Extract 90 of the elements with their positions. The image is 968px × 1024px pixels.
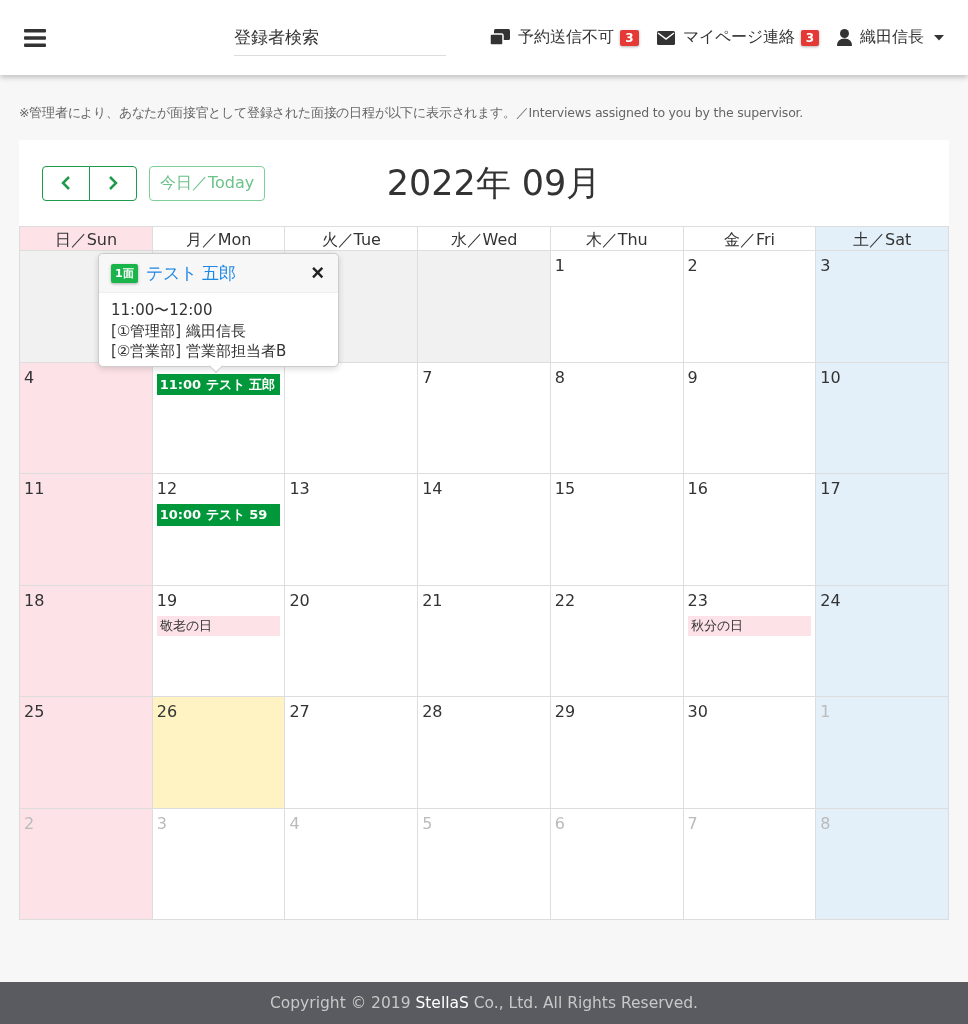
day-cell[interactable]: 30 (683, 697, 817, 809)
day-number: 13 (289, 479, 310, 498)
day-number: 7 (422, 367, 433, 387)
day-cell[interactable]: 7 (418, 362, 551, 474)
weekday-header: 火／Tue (285, 226, 419, 251)
day-number: 16 (687, 479, 708, 498)
day-number: 18 (24, 590, 45, 610)
day-cell[interactable]: 26 (152, 697, 286, 809)
day-number: 6 (554, 813, 566, 833)
day-cell[interactable]: 11 (20, 474, 153, 586)
notice-text: ※管理者により、あなたが面接官として登録された面接の日程が以下に表示されます。／Interviews assigned to you by the supervisor. (19, 105, 805, 122)
day-cell[interactable]: 21 (418, 585, 551, 697)
popover-text: [①管理部] 織田信長 (111, 320, 247, 342)
holiday-label: 敬老の日 (156, 615, 281, 637)
day-number: 12 (156, 479, 178, 498)
day-number: 1 (554, 256, 566, 275)
day-number: 20 (289, 590, 310, 610)
day-number: 1 (820, 702, 831, 721)
day-number: 11 (24, 479, 45, 498)
day-number: 19 (156, 590, 178, 610)
interview-event[interactable]: 11:00 テスト 五郎 (156, 373, 281, 396)
day-cell[interactable]: 16 (683, 474, 817, 586)
day-cell[interactable]: 12 10:00 テスト 59 (152, 474, 286, 586)
weekday-header: 土／Sat (816, 226, 949, 251)
weekday-header: 月／Mon (152, 226, 286, 251)
day-cell[interactable]: 3 (816, 251, 949, 363)
day-number: 28 (422, 702, 443, 721)
day-cell[interactable]: 10 (816, 362, 949, 474)
day-cell[interactable]: 19 敬老の日 (152, 585, 286, 697)
day-cell[interactable]: 27 (285, 697, 419, 809)
day-number: 23 (687, 590, 708, 610)
day-cell[interactable]: 1 (550, 251, 684, 363)
popover-text: 11:00〜12:00 (111, 300, 214, 321)
search-field[interactable]: 登録者検索 (234, 19, 446, 56)
day-cell[interactable]: 14 (418, 474, 551, 586)
count-badge: 3 (800, 29, 819, 46)
day-number: 14 (422, 479, 443, 498)
count-badge: 3 (620, 29, 639, 46)
day-cell[interactable]: 28 (418, 697, 551, 809)
day-cell[interactable]: 18 (20, 585, 153, 697)
holiday-label: 秋分の日 (687, 615, 812, 637)
day-cell[interactable]: 13 (285, 474, 419, 586)
day-cell[interactable]: 15 (550, 474, 684, 586)
user-menu[interactable]: 織田信長 (837, 27, 924, 48)
day-number: 15 (554, 479, 576, 498)
day-number: 4 (289, 813, 300, 833)
day-number: 4 (24, 367, 35, 387)
day-number: 3 (156, 813, 167, 833)
day-cell[interactable]: 2 (683, 251, 817, 363)
candidate-link[interactable]: テスト 五郎 (145, 261, 237, 285)
month-title: 2022年 09月 (385, 161, 602, 205)
day-number: 7 (687, 813, 698, 833)
day-number: 3 (820, 256, 831, 275)
day-cell[interactable]: 25 (20, 697, 153, 809)
weekday-header: 日／Sun (20, 226, 153, 251)
day-number: 8 (820, 813, 831, 833)
day-number: 8 (554, 367, 566, 387)
day-number: 10 (820, 367, 841, 387)
weekday-header: 木／Thu (550, 226, 684, 251)
day-cell[interactable]: 4 (20, 362, 153, 474)
day-number: 2 (687, 256, 698, 275)
day-cell[interactable]: 8 (550, 362, 684, 474)
weekday-header: 金／Fri (683, 226, 817, 251)
interview-event[interactable]: 10:00 テスト 59 (156, 504, 281, 526)
day-number: 21 (422, 590, 443, 610)
nav-link[interactable]: 予約送信不可 (490, 27, 615, 48)
day-number: 17 (820, 479, 841, 498)
round-badge: 1面 (111, 263, 138, 283)
close-button[interactable]: × (309, 262, 326, 284)
day-number: 5 (422, 813, 433, 833)
day-number: 2 (24, 813, 35, 833)
popover-text: [②営業部] 営業部担当者B (111, 341, 288, 363)
day-number: 22 (554, 590, 576, 610)
day-number: 26 (156, 702, 178, 721)
day-number: 30 (687, 702, 708, 721)
nav-link[interactable]: マイページ連絡 (656, 27, 795, 48)
day-cell[interactable]: 17 (816, 474, 949, 586)
day-number: 9 (687, 367, 698, 387)
copyright-text: Copyright © 2019 StellaS Co., Ltd. All Rights Reserved. (269, 994, 699, 1012)
day-number: 24 (820, 590, 841, 610)
day-cell[interactable]: 20 (285, 585, 419, 697)
day-cell[interactable]: 22 (550, 585, 684, 697)
day-cell[interactable]: 23 秋分の日 (683, 585, 817, 697)
day-number: 27 (289, 702, 310, 721)
day-number: 29 (554, 702, 576, 721)
day-number: 25 (24, 702, 45, 721)
day-cell[interactable]: 24 (816, 585, 949, 697)
weekday-header: 水／Wed (418, 226, 551, 251)
day-cell[interactable]: 29 (550, 697, 684, 809)
day-cell[interactable]: 9 (683, 362, 817, 474)
